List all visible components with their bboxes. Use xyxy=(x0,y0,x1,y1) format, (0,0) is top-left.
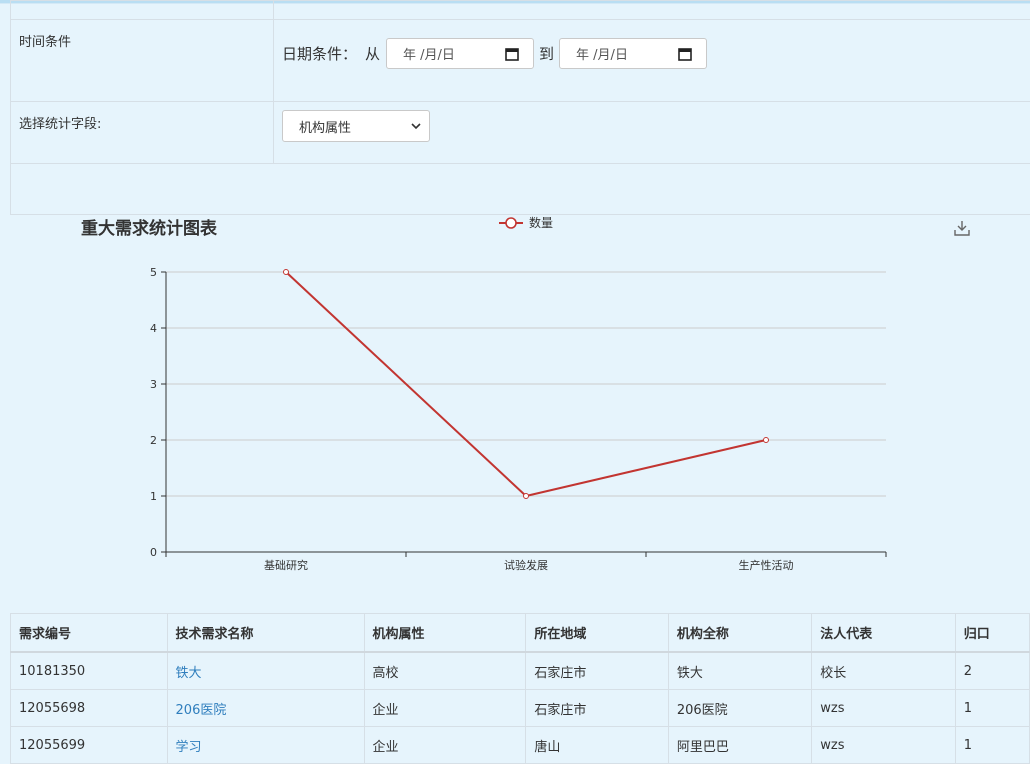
cell-region: 石家庄市 xyxy=(526,690,669,727)
table-header-row: 需求编号 技术需求名称 机构属性 所在地域 机构全称 法人代表 归口 xyxy=(11,614,1030,653)
cell-id: 12055698 xyxy=(11,690,168,727)
form-empty-row xyxy=(11,164,1030,215)
date-to-placeholder: 年 /月/日 xyxy=(576,44,628,63)
cell-org: 铁大 xyxy=(668,652,811,690)
cell-org: 阿里巴巴 xyxy=(668,727,811,764)
cell-name: 学习 xyxy=(167,727,364,764)
col-header[interactable]: 机构全称 xyxy=(668,614,811,653)
date-condition-prefix: 日期条件： xyxy=(282,43,357,64)
cell-type: 企业 xyxy=(364,727,526,764)
filter-form: 时间条件 日期条件： 从 年 /月/日 到 年 /月/日 xyxy=(10,0,1030,215)
cell-id: 12055699 xyxy=(11,727,168,764)
date-to-input[interactable]: 年 /月/日 xyxy=(559,38,707,69)
data-point xyxy=(764,438,769,443)
cell-name: 铁大 xyxy=(167,652,364,690)
cell-rep: 校长 xyxy=(812,652,955,690)
y-tick-label: 3 xyxy=(150,378,157,391)
x-tick-label: 试验发展 xyxy=(504,558,548,572)
demand-name-link[interactable]: 206医院 xyxy=(176,703,227,718)
legend-label: 数量 xyxy=(529,214,553,231)
cell-org: 206医院 xyxy=(668,690,811,727)
cell-rep: wzs xyxy=(812,727,955,764)
y-tick-label: 4 xyxy=(150,322,157,335)
from-label: 从 xyxy=(365,43,380,64)
cell-region: 唐山 xyxy=(526,727,669,764)
table-row[interactable]: 12055698 206医院 企业 石家庄市 206医院 wzs 1 xyxy=(11,690,1030,727)
demand-name-link[interactable]: 学习 xyxy=(176,740,202,755)
col-header[interactable]: 机构属性 xyxy=(364,614,526,653)
stat-field-select[interactable]: 机构属性 xyxy=(282,110,430,142)
to-label: 到 xyxy=(539,43,554,64)
demand-name-link[interactable]: 铁大 xyxy=(176,666,202,681)
col-header[interactable]: 所在地域 xyxy=(526,614,669,653)
x-tick-label: 基础研究 xyxy=(264,558,308,572)
calendar-icon[interactable] xyxy=(505,47,519,61)
cell-owner: 2 xyxy=(955,652,1029,690)
download-icon[interactable] xyxy=(953,219,971,237)
data-point xyxy=(284,270,289,275)
cell-name: 206医院 xyxy=(167,690,364,727)
data-point xyxy=(524,494,529,499)
cell-owner: 1 xyxy=(955,690,1029,727)
cell-owner: 1 xyxy=(955,727,1029,764)
chevron-down-icon xyxy=(411,122,421,130)
line-chart: 0 1 2 3 4 5 基础研究 试验发展 生产性活动 xyxy=(0,255,1030,585)
cell-region: 石家庄市 xyxy=(526,652,669,690)
cell-type: 企业 xyxy=(364,690,526,727)
cell-type: 高校 xyxy=(364,652,526,690)
form-spacer-left xyxy=(11,1,274,20)
date-from-placeholder: 年 /月/日 xyxy=(403,44,455,63)
y-tick-label: 2 xyxy=(150,434,157,447)
chart-title: 重大需求统计图表 xyxy=(81,214,217,239)
demand-table: 需求编号 技术需求名称 机构属性 所在地域 机构全称 法人代表 归口 10181… xyxy=(10,613,1030,764)
cell-id: 10181350 xyxy=(11,652,168,690)
stat-field-selected: 机构属性 xyxy=(299,117,351,136)
y-tick-label: 1 xyxy=(150,490,157,503)
cell-rep: wzs xyxy=(812,690,955,727)
date-from-input[interactable]: 年 /月/日 xyxy=(386,38,534,69)
stat-field-label: 选择统计字段: xyxy=(11,102,274,164)
col-header[interactable]: 需求编号 xyxy=(11,614,168,653)
calendar-icon[interactable] xyxy=(678,47,692,61)
col-header[interactable]: 技术需求名称 xyxy=(167,614,364,653)
legend-line-marker-icon xyxy=(499,216,523,230)
y-tick-label: 5 xyxy=(150,266,157,279)
col-header[interactable]: 法人代表 xyxy=(812,614,955,653)
date-condition-cell: 日期条件： 从 年 /月/日 到 年 /月/日 xyxy=(274,20,1030,102)
col-header[interactable]: 归口 xyxy=(955,614,1029,653)
stat-field-cell: 机构属性 xyxy=(274,102,1030,164)
y-tick-label: 0 xyxy=(150,546,157,559)
table-row[interactable]: 10181350 铁大 高校 石家庄市 铁大 校长 2 xyxy=(11,652,1030,690)
time-condition-label: 时间条件 xyxy=(11,20,274,102)
form-spacer-right xyxy=(274,1,1030,20)
x-tick-label: 生产性活动 xyxy=(739,558,794,572)
chart-legend[interactable]: 数量 xyxy=(499,214,553,231)
table-row[interactable]: 12055699 学习 企业 唐山 阿里巴巴 wzs 1 xyxy=(11,727,1030,764)
